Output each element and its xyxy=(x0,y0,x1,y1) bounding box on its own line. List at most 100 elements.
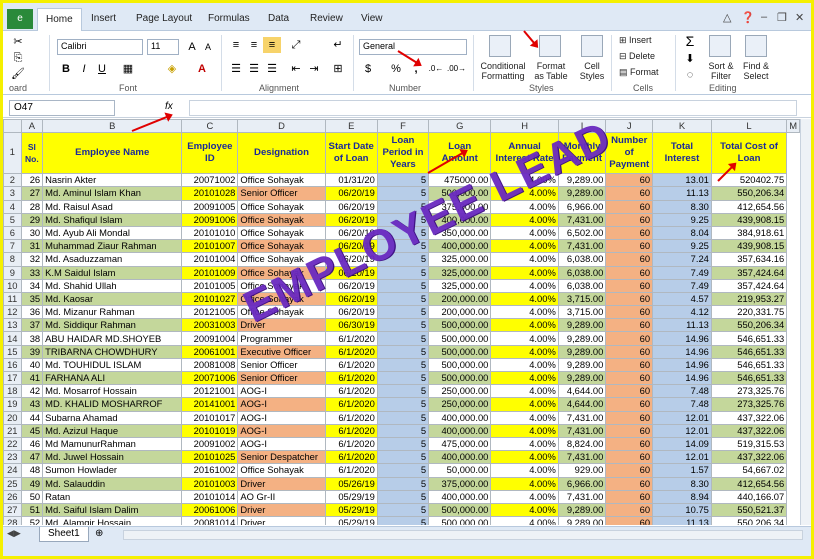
start-date-cell[interactable]: 6/1/2020 xyxy=(324,344,378,359)
row-header[interactable]: 12 xyxy=(3,305,22,320)
designation-cell[interactable]: Driver xyxy=(237,502,326,518)
monthly-payment-cell[interactable]: 6,966.00 xyxy=(557,199,607,214)
total-interest-cell[interactable]: 11.13 xyxy=(652,186,712,201)
loan-period-cell[interactable]: 5 xyxy=(376,463,430,478)
employee-id-cell[interactable]: 20101004 xyxy=(181,252,239,267)
loan-amount-cell[interactable]: 325,000.00 xyxy=(428,252,492,267)
borders-icon[interactable]: ▦ xyxy=(119,61,137,77)
tab-review[interactable]: Review xyxy=(310,13,343,24)
total-interest-cell[interactable]: 8.30 xyxy=(652,476,712,491)
name-box[interactable]: O47 xyxy=(9,100,115,116)
sl-cell[interactable]: 52 xyxy=(20,516,44,525)
start-date-cell[interactable]: 6/1/2020 xyxy=(324,331,378,346)
total-cost-cell[interactable]: 357,424.64 xyxy=(710,278,788,293)
conditional-formatting-button[interactable]: Conditional Formatting xyxy=(477,61,529,81)
interest-rate-cell[interactable]: 4.00% xyxy=(490,384,559,399)
interest-rate-cell[interactable]: 4.00% xyxy=(490,344,559,359)
sort-filter-button[interactable]: Sort & Filter xyxy=(705,61,737,81)
loan-amount-cell[interactable]: 500,000.00 xyxy=(428,331,492,346)
fill-color-icon[interactable]: ◈ xyxy=(163,61,181,77)
start-date-cell[interactable]: 6/1/2020 xyxy=(324,357,378,373)
total-cost-cell[interactable]: 437,322.06 xyxy=(710,410,788,425)
total-cost-cell[interactable]: 440,166.07 xyxy=(710,489,788,504)
sl-cell[interactable]: 46 xyxy=(20,436,44,452)
column-header-e[interactable]: E xyxy=(324,119,378,134)
wrap-text-icon[interactable]: ↵ xyxy=(329,37,347,53)
column-header-a[interactable]: A xyxy=(20,119,44,134)
payment-count-cell[interactable]: 60 xyxy=(605,489,654,504)
column-header-h[interactable]: H xyxy=(490,119,559,134)
designation-cell[interactable]: Office Sohayak xyxy=(237,225,326,241)
loan-amount-cell[interactable]: 500,000.00 xyxy=(428,357,492,373)
monthly-payment-cell[interactable]: 9,289.00 xyxy=(557,344,607,359)
column-header-m[interactable]: M xyxy=(786,119,800,134)
row-header[interactable]: 3 xyxy=(3,186,22,201)
interest-rate-cell[interactable]: 4.00% xyxy=(490,516,559,525)
monthly-payment-cell[interactable]: 4,644.00 xyxy=(557,384,607,399)
interest-rate-cell[interactable]: 4.00% xyxy=(490,489,559,504)
total-cost-cell[interactable]: 412,654.56 xyxy=(710,476,788,491)
autosum-icon[interactable]: Σ xyxy=(681,33,699,49)
interest-rate-cell[interactable]: 4.00% xyxy=(490,357,559,373)
find-select-button[interactable]: Find & Select xyxy=(739,61,773,81)
insert-cells-button[interactable]: ⊞ Insert xyxy=(619,35,652,46)
employee-id-cell[interactable]: 20161002 xyxy=(181,463,239,478)
interest-rate-cell[interactable]: 4.00% xyxy=(490,463,559,478)
designation-cell[interactable]: Office Sohayak xyxy=(237,463,326,478)
underline-button[interactable]: U xyxy=(93,61,111,77)
employee-name-cell[interactable]: Md. Saiful Islam Dalim xyxy=(42,502,183,518)
align-right-icon[interactable]: ☰ xyxy=(263,61,281,77)
number-format-select[interactable]: General xyxy=(359,39,467,55)
total-interest-cell[interactable]: 10.75 xyxy=(652,502,712,518)
loan-amount-cell[interactable]: 325,000.00 xyxy=(428,265,492,280)
row-header[interactable]: 7 xyxy=(3,239,22,254)
total-cost-cell[interactable]: 437,322.06 xyxy=(710,423,788,438)
total-interest-cell[interactable]: 8.04 xyxy=(652,225,712,241)
total-interest-cell[interactable]: 14.96 xyxy=(652,357,712,373)
designation-cell[interactable]: AOG-I xyxy=(237,436,326,452)
font-color-icon[interactable]: A xyxy=(193,61,211,77)
interest-rate-cell[interactable]: 4.00% xyxy=(490,476,559,491)
interest-rate-cell[interactable]: 4.00% xyxy=(490,318,559,333)
payment-count-cell[interactable]: 60 xyxy=(605,344,654,359)
loan-amount-cell[interactable]: 250,000.00 xyxy=(428,384,492,399)
loan-period-cell[interactable]: 5 xyxy=(376,476,430,491)
loan-amount-cell[interactable]: 400,000.00 xyxy=(428,410,492,425)
loan-period-cell[interactable]: 5 xyxy=(376,450,430,465)
payment-count-cell[interactable]: 60 xyxy=(605,291,654,307)
payment-count-cell[interactable]: 60 xyxy=(605,384,654,399)
employee-id-cell[interactable]: 20061006 xyxy=(181,502,239,518)
employee-name-cell[interactable]: Md. Kaosar xyxy=(42,291,183,307)
start-date-cell[interactable]: 01/31/20 xyxy=(324,173,378,188)
minimize-icon[interactable]: – xyxy=(761,11,767,23)
designation-cell[interactable]: AOG-I xyxy=(237,410,326,425)
employee-id-cell[interactable]: 20101025 xyxy=(181,450,239,465)
align-middle-icon[interactable]: ≡ xyxy=(245,37,263,53)
format-cells-button[interactable]: ▤ Format xyxy=(619,67,659,78)
sl-cell[interactable]: 39 xyxy=(20,344,44,359)
sl-cell[interactable]: 51 xyxy=(20,502,44,518)
monthly-payment-cell[interactable]: 6,038.00 xyxy=(557,265,607,280)
payment-count-cell[interactable]: 60 xyxy=(605,516,654,525)
employee-name-cell[interactable]: Md. Azizul Haque xyxy=(42,423,183,438)
employee-name-cell[interactable]: TRIBARNA CHOWDHURY xyxy=(42,344,183,359)
sl-cell[interactable]: 32 xyxy=(20,252,44,267)
employee-id-cell[interactable]: 20101028 xyxy=(181,186,239,201)
employee-id-cell[interactable]: 20091005 xyxy=(181,199,239,214)
total-interest-cell[interactable]: 11.13 xyxy=(652,516,712,525)
start-date-cell[interactable]: 6/1/2020 xyxy=(324,370,378,386)
payment-count-cell[interactable]: 60 xyxy=(605,370,654,386)
interest-rate-cell[interactable]: 4.00% xyxy=(490,436,559,452)
fill-icon[interactable]: ⬇ xyxy=(681,51,699,67)
row-header[interactable]: 4 xyxy=(3,199,22,214)
loan-period-cell[interactable]: 5 xyxy=(376,370,430,386)
column-header-d[interactable]: D xyxy=(237,119,326,134)
row-header[interactable]: 15 xyxy=(3,344,22,359)
tab-data[interactable]: Data xyxy=(268,13,289,24)
interest-rate-cell[interactable]: 4.00% xyxy=(490,265,559,280)
monthly-payment-cell[interactable]: 9,289.00 xyxy=(557,370,607,386)
employee-name-cell[interactable]: Md. TOUHIDUL ISLAM xyxy=(42,357,183,373)
employee-id-cell[interactable]: 20071002 xyxy=(181,173,239,188)
row-header[interactable]: 22 xyxy=(3,436,22,452)
total-interest-cell[interactable]: 7.49 xyxy=(652,265,712,280)
